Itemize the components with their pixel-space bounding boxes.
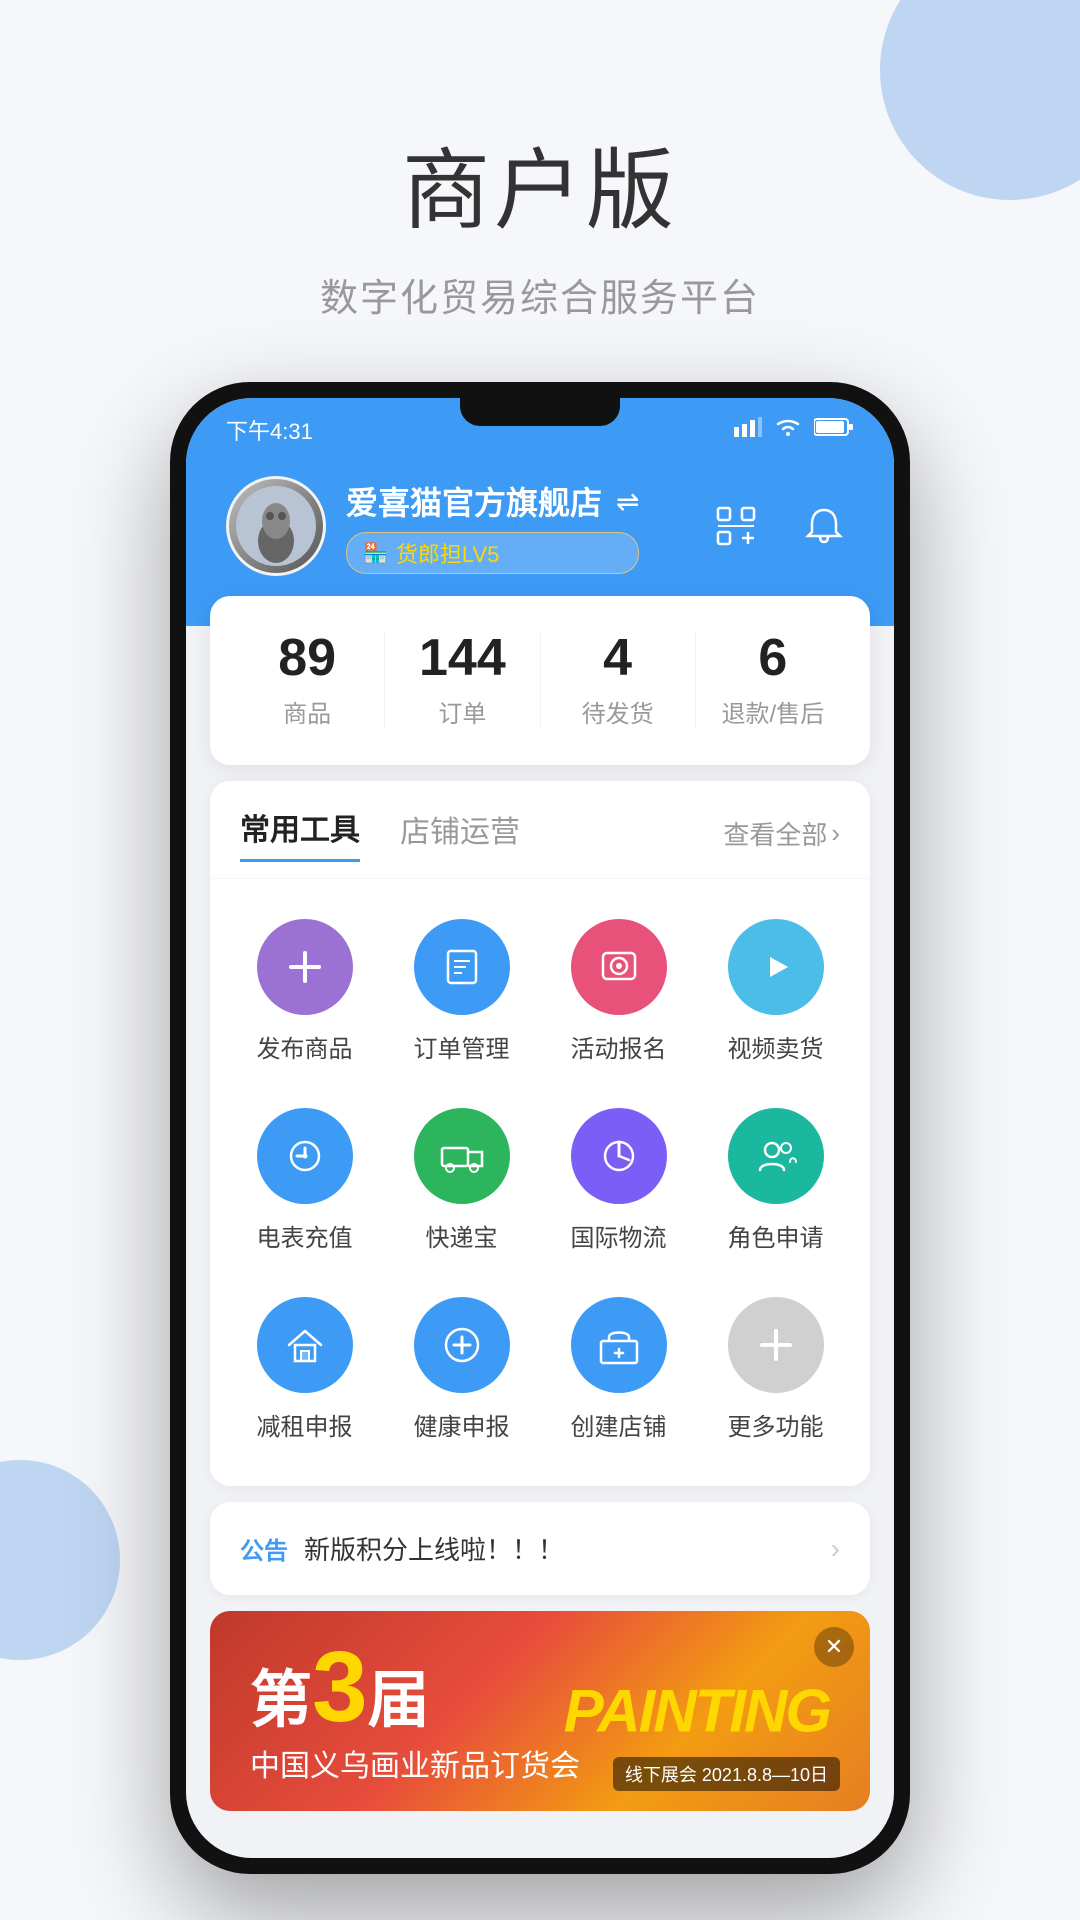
stat-refund-label: 退款/售后 — [696, 694, 850, 729]
tool-more-icon — [728, 1297, 824, 1393]
stat-refund[interactable]: 6 退款/售后 — [695, 632, 850, 729]
tab-store-ops[interactable]: 店铺运营 — [400, 807, 520, 861]
tool-meter-icon — [257, 1108, 353, 1204]
tab-view-all[interactable]: 查看全部 › — [723, 815, 840, 852]
tool-publish-product[interactable]: 发布商品 — [226, 899, 383, 1088]
tool-order-icon — [414, 919, 510, 1015]
scan-button[interactable] — [706, 496, 766, 556]
tool-video-label: 视频卖货 — [728, 1029, 824, 1064]
tabs-row: 常用工具 店铺运营 查看全部 › — [210, 781, 870, 879]
store-info: 爱喜猫官方旗舰店 ⇌ 🏪 货郎担LV5 — [346, 478, 639, 574]
tool-create-store[interactable]: 创建店铺 — [540, 1277, 697, 1466]
wifi-icon — [774, 416, 802, 444]
signal-icon — [734, 417, 762, 443]
page-title: 商户版 — [0, 120, 1080, 247]
stat-pending-number: 4 — [541, 632, 695, 684]
page-header: 商户版 数字化贸易综合服务平台 — [0, 0, 1080, 382]
phone-frame: 下午4:31 — [170, 382, 910, 1874]
tools-grid: 发布商品 订单管理 活动报名 — [210, 879, 870, 1486]
banner-title: 第3届 — [250, 1637, 430, 1737]
tool-logistics-label: 国际物流 — [571, 1218, 667, 1253]
tools-section: 常用工具 店铺运营 查看全部 › 发布商品 — [210, 781, 870, 1486]
tool-health[interactable]: 健康申报 — [383, 1277, 540, 1466]
tool-activity[interactable]: 活动报名 — [540, 899, 697, 1088]
tool-create-label: 创建店铺 — [571, 1407, 667, 1442]
banner-subtitle: 中国义乌画业新品订货会 — [250, 1741, 580, 1785]
avatar-image — [229, 479, 323, 573]
stat-refund-number: 6 — [696, 632, 850, 684]
tool-express-icon — [414, 1108, 510, 1204]
stat-products[interactable]: 89 商品 — [230, 632, 384, 729]
phone-screen: 下午4:31 — [186, 398, 894, 1858]
stat-orders[interactable]: 144 订单 — [384, 632, 539, 729]
tool-express-label: 快递宝 — [426, 1218, 498, 1253]
tool-meter-label: 电表充值 — [257, 1218, 353, 1253]
stat-products-number: 89 — [230, 632, 384, 684]
stats-card: 89 商品 144 订单 4 待发货 6 退款/售后 — [210, 596, 870, 765]
stat-pending-label: 待发货 — [541, 694, 695, 729]
tool-logistics[interactable]: 国际物流 — [540, 1088, 697, 1277]
tool-role-icon — [728, 1108, 824, 1204]
tool-health-label: 健康申报 — [414, 1407, 510, 1442]
chevron-right-icon: › — [831, 818, 840, 849]
store-badge: 🏪 货郎担LV5 — [346, 532, 639, 574]
stat-orders-number: 144 — [385, 632, 539, 684]
tool-publish-label: 发布商品 — [257, 1029, 353, 1064]
tool-order-label: 订单管理 — [414, 1029, 510, 1064]
status-time: 下午4:31 — [226, 414, 313, 446]
banner-painting-text: PAINTING — [564, 1677, 830, 1746]
banner-close-button[interactable]: ✕ — [814, 1627, 854, 1667]
status-icons — [734, 416, 854, 444]
tool-order-mgmt[interactable]: 订单管理 — [383, 899, 540, 1088]
store-name-row: 爱喜猫官方旗舰店 ⇌ — [346, 478, 639, 524]
header-right — [706, 496, 854, 556]
tool-publish-icon — [257, 919, 353, 1015]
badge-label: 货郎担LV5 — [396, 537, 500, 569]
notice-tag: 公告 — [240, 1531, 288, 1566]
header-left: 爱喜猫官方旗舰店 ⇌ 🏪 货郎担LV5 — [226, 476, 639, 576]
phone-notch — [460, 398, 620, 426]
tool-express[interactable]: 快递宝 — [383, 1088, 540, 1277]
badge-icon: 🏪 — [363, 541, 388, 566]
bell-button[interactable] — [794, 496, 854, 556]
banner[interactable]: 第3届 中国义乌画业新品订货会 PAINTING ✕ 线下展会 2021.8.8… — [210, 1611, 870, 1811]
tool-meter[interactable]: 电表充值 — [226, 1088, 383, 1277]
tool-rent-label: 减租申报 — [257, 1407, 353, 1442]
tool-role-label: 角色申请 — [728, 1218, 824, 1253]
phone-wrapper: 下午4:31 — [0, 382, 1080, 1874]
tool-more-label: 更多功能 — [728, 1407, 824, 1442]
tool-video-icon — [728, 919, 824, 1015]
tool-logistics-icon — [571, 1108, 667, 1204]
banner-event-tag: 线下展会 2021.8.8—10日 — [613, 1757, 840, 1791]
tool-rent[interactable]: 减租申报 — [226, 1277, 383, 1466]
tool-activity-label: 活动报名 — [571, 1029, 667, 1064]
tool-health-icon — [414, 1297, 510, 1393]
stat-pending[interactable]: 4 待发货 — [540, 632, 695, 729]
tool-video-sell[interactable]: 视频卖货 — [697, 899, 854, 1088]
tool-create-icon — [571, 1297, 667, 1393]
tab-common-tools[interactable]: 常用工具 — [240, 805, 360, 862]
battery-icon — [814, 417, 854, 443]
avatar — [226, 476, 326, 576]
notice-arrow-icon: › — [831, 1533, 840, 1565]
store-name: 爱喜猫官方旗舰店 — [346, 478, 602, 524]
stat-orders-label: 订单 — [385, 694, 539, 729]
stat-products-label: 商品 — [230, 694, 384, 729]
switch-store-icon[interactable]: ⇌ — [616, 485, 639, 518]
notice-bar[interactable]: 公告 新版积分上线啦！！！ › — [210, 1502, 870, 1595]
notice-text: 新版积分上线啦！！！ — [304, 1530, 815, 1567]
tool-more[interactable]: 更多功能 — [697, 1277, 854, 1466]
tool-rent-icon — [257, 1297, 353, 1393]
page-subtitle: 数字化贸易综合服务平台 — [0, 267, 1080, 322]
tool-activity-icon — [571, 919, 667, 1015]
tool-role[interactable]: 角色申请 — [697, 1088, 854, 1277]
